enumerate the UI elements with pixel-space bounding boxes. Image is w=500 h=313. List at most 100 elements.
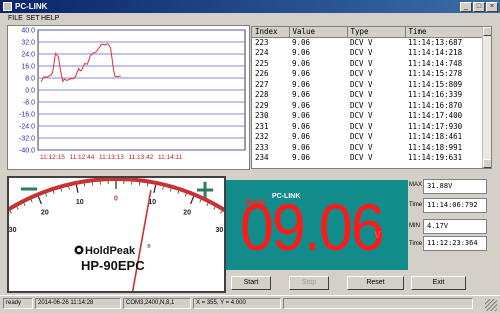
table-cell: 9.06 (292, 38, 311, 47)
unit-label: V (374, 230, 381, 241)
title-bar: PC-LINK _ □ × (0, 0, 500, 13)
table-cell: 11:14:14:218 (408, 48, 463, 58)
table-cell: 234 (255, 153, 269, 163)
table-row[interactable]: 228 9.06 DCV V 11:14:16:339 (252, 90, 483, 101)
table-cell: 225 (255, 58, 269, 68)
gauge-tick (213, 206, 216, 210)
status-empty-pane (283, 298, 473, 309)
y-tick-label: 16.0 (21, 64, 35, 71)
table-cell: DCV V (350, 69, 373, 79)
y-tick-label: 24.0 (21, 52, 35, 59)
table-row[interactable]: 230 9.06 DCV V 11:14:17:400 (252, 111, 483, 122)
table-row[interactable]: 232 9.06 DCV V 11:14:18:461 (252, 132, 483, 143)
table-cell: DCV V (350, 48, 373, 58)
table-cell: 233 (255, 142, 269, 152)
menu-set[interactable]: SET (26, 14, 40, 24)
gauge-needle (131, 189, 152, 291)
max-time-label: Time (409, 202, 423, 208)
stop-button[interactable]: Stop (289, 276, 329, 290)
table-row[interactable]: 226 9.06 DCV V 11:14:15:278 (252, 69, 483, 80)
table-row[interactable]: 231 9.06 DCV V 11:14:17:930 (252, 121, 483, 132)
table-cell: 9.06 (292, 58, 311, 68)
table-scrollbar[interactable] (482, 27, 491, 168)
gauge-scale-label: 30 (9, 227, 17, 234)
table-cell: 11:14:17:930 (408, 121, 463, 131)
resize-grip[interactable] (485, 299, 497, 311)
exit-button[interactable]: Exit (411, 276, 466, 290)
min-label: MIN (409, 223, 420, 229)
minimize-button[interactable]: _ (460, 2, 472, 12)
table-cell: 229 (255, 100, 269, 110)
x-tick-label: 11:12:15 (40, 154, 65, 161)
x-tick-label: 11:14:11 (158, 154, 183, 161)
table-cell: 226 (255, 69, 269, 79)
table-row[interactable]: 227 9.06 DCV V 11:14:15:809 (252, 79, 483, 90)
table-header-row: Index Value Type Time (252, 27, 484, 38)
table-cell: DCV V (350, 132, 373, 142)
table-cell: 11:14:14:748 (408, 58, 463, 68)
max-label: MAX (409, 182, 423, 188)
table-cell: 11:14:16:870 (408, 100, 463, 110)
brand-logo-icon-inner (77, 248, 81, 252)
gauge-tick (68, 186, 70, 190)
column-header[interactable]: Time (405, 27, 484, 38)
column-header[interactable]: Type (347, 27, 406, 38)
y-tick-label: 0.0 (25, 88, 35, 95)
menu-bar: FILE SET HELP (0, 13, 500, 25)
gauge-scale-label: 20 (183, 210, 191, 217)
table-row[interactable]: 223 9.06 DCV V 11:14:13:687 (252, 37, 483, 48)
min-time-label: Time (409, 241, 423, 247)
table-cell: 9.06 (292, 48, 311, 58)
maximize-button[interactable]: □ (473, 2, 485, 12)
model-name: HP-90EPC (81, 258, 145, 273)
gauge-scale-label: 20 (41, 210, 49, 217)
close-button[interactable]: × (486, 2, 498, 12)
table-cell: DCV V (350, 111, 373, 121)
reset-button[interactable]: Reset (347, 276, 404, 290)
table-row[interactable]: 225 9.06 DCV V 11:14:14:748 (252, 58, 483, 69)
gauge-tick (75, 184, 79, 193)
table-cell: 11:14:15:809 (408, 79, 463, 89)
max-value-field: 31.88V (423, 179, 487, 194)
table-cell: 11:14:15:278 (408, 69, 463, 79)
table-cell: 9.06 (292, 121, 311, 131)
gauge-scale-label: 0 (114, 196, 118, 203)
table-row[interactable]: 233 9.06 DCV V 11:14:18:991 (252, 142, 483, 153)
table-cell: 11:14:17:400 (408, 111, 463, 121)
table-row[interactable]: 224 9.06 DCV V 11:14:14:218 (252, 48, 483, 59)
gauge-tick (153, 184, 157, 193)
readings-table[interactable]: Index Value Type Time 223 9.06 DCV V 11:14:13:… (251, 26, 492, 169)
column-header[interactable]: Value (289, 27, 348, 38)
gauge-tick (177, 190, 180, 194)
status-bar: ready 2014-06-26 11:14:28 COM3,2400,N,8,… (0, 295, 500, 313)
table-cell: 11:14:19:631 (408, 153, 463, 163)
menu-help[interactable]: HELP (41, 14, 59, 24)
table-row[interactable]: 234 9.06 DCV V 11:14:19:631 (252, 153, 483, 164)
scroll-up-arrow[interactable] (483, 27, 491, 36)
trend-chart[interactable]: 40.0 32.0 24.0 16.0 8.0 0.0 -8.0 -16.0 -24.0 -32.… (7, 25, 250, 170)
table-cell: DCV V (350, 100, 373, 110)
gauge-scale-label: 30 (215, 227, 223, 234)
table-row[interactable]: 229 9.06 DCV V 11:14:16:870 (252, 100, 483, 111)
min-time-field: 11:12:23:364 (423, 236, 487, 251)
gauge-tick (16, 206, 19, 210)
table-cell: DCV V (350, 58, 373, 68)
trend-chart-plot[interactable]: 40.0 32.0 24.0 16.0 8.0 0.0 -8.0 -16.0 -24.0 -32.… (8, 26, 249, 169)
status-cursor: X = 355, Y = 4.000 (193, 298, 281, 309)
menu-file[interactable]: FILE (8, 14, 23, 24)
table-cell: 9.06 (292, 153, 311, 163)
table-cell: 9.06 (292, 79, 311, 89)
y-tick-label: 32.0 (21, 40, 35, 47)
table-cell: DCV V (350, 79, 373, 89)
table-cell: 9.06 (292, 69, 311, 79)
y-tick-label: 40.0 (21, 28, 35, 35)
main-reading: 09.06 (240, 190, 385, 264)
column-header[interactable]: Index (252, 27, 290, 38)
app-icon (3, 2, 12, 11)
scroll-down-arrow[interactable] (483, 159, 491, 168)
start-button[interactable]: Start (231, 276, 271, 290)
table-cell: 11:14:13:687 (408, 38, 463, 47)
gauge-tick (52, 190, 55, 194)
y-tick-label: -24.0 (19, 124, 35, 131)
x-tick-label: 11:13:13 (99, 154, 124, 161)
